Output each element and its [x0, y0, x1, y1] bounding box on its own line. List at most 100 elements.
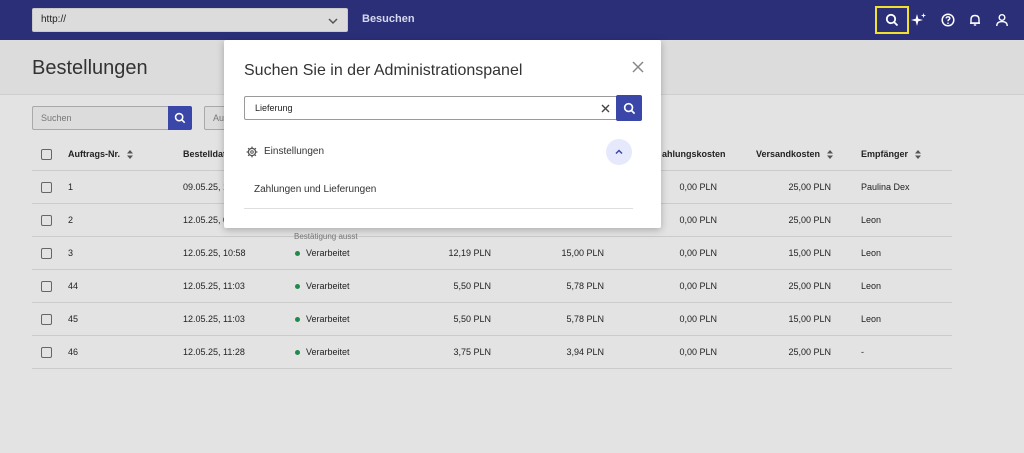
recipient: Leon	[861, 248, 882, 258]
order-date: 12.05.25, 11:28	[183, 347, 245, 357]
section-label: Einstellungen	[264, 146, 325, 157]
gross-amount: 15,00 PLN	[561, 248, 604, 258]
orders-search-button[interactable]	[168, 106, 192, 130]
chevron-down-icon	[328, 18, 338, 25]
order-date: 12.05.25, 11:03	[183, 281, 245, 291]
admin-search-value: Lieferung	[255, 103, 293, 113]
row-checkbox[interactable]	[41, 182, 52, 193]
url-select-value: http://	[41, 14, 67, 25]
visit-button[interactable]: Besuchen	[362, 13, 415, 25]
filter-select-placeholder: Au	[213, 113, 225, 123]
column-header-order-no[interactable]: Auftrags-Nr.	[68, 149, 133, 160]
payment-cost: 0,00 PLN	[679, 347, 717, 357]
table-row[interactable]: 3 12.05.25, 10:58 Verarbeitet 12,19 PLN …	[32, 237, 952, 270]
chevron-up-icon	[615, 149, 623, 155]
table-row[interactable]: 46 12.05.25, 11:28 Verarbeitet 3,75 PLN …	[32, 336, 952, 369]
status-dot	[295, 350, 300, 356]
top-bar: http:// Besuchen	[0, 0, 1024, 40]
recipient: -	[861, 347, 864, 357]
shipping-cost: 25,00 PLN	[788, 215, 831, 225]
url-select[interactable]: http://	[32, 8, 348, 32]
shipping-cost: 15,00 PLN	[788, 248, 831, 258]
recipient: Paulina Dex	[861, 182, 910, 192]
column-header-payment-cost[interactable]: ahlungskosten	[662, 149, 726, 159]
recipient: Leon	[861, 281, 882, 291]
order-number[interactable]: 3	[68, 248, 73, 258]
search-icon	[885, 13, 899, 27]
payment-cost: 0,00 PLN	[679, 314, 717, 324]
table-row[interactable]: 44 12.05.25, 11:03 Verarbeitet 5,50 PLN …	[32, 270, 952, 303]
user-account-button[interactable]	[991, 9, 1013, 31]
net-amount: 3,75 PLN	[453, 347, 491, 357]
notifications-button[interactable]	[964, 9, 986, 31]
net-amount: 5,50 PLN	[453, 281, 491, 291]
payment-cost: 0,00 PLN	[679, 248, 717, 258]
search-icon	[623, 102, 635, 114]
order-number[interactable]: 44	[68, 281, 78, 291]
column-header-label: Empfänger	[861, 149, 909, 159]
orders-search-placeholder: Suchen	[41, 113, 72, 123]
payment-cost: 0,00 PLN	[679, 281, 717, 291]
status-badge: Verarbeitet	[295, 248, 350, 258]
ai-assistant-button[interactable]	[908, 9, 930, 31]
gross-amount: 5,78 PLN	[566, 281, 604, 291]
order-date: 12.05.25, 11:03	[183, 314, 245, 324]
row-checkbox[interactable]	[41, 248, 52, 259]
page-title: Bestellungen	[32, 57, 148, 79]
status-label: Verarbeitet	[306, 248, 350, 258]
shipping-cost: 25,00 PLN	[788, 182, 831, 192]
order-number[interactable]: 46	[68, 347, 78, 357]
clear-icon[interactable]	[600, 103, 611, 114]
table-row[interactable]: 45 12.05.25, 11:03 Verarbeitet 5,50 PLN …	[32, 303, 952, 336]
row-checkbox[interactable]	[41, 314, 52, 325]
column-header-shipping-cost[interactable]: Versandkosten	[756, 149, 833, 160]
admin-search-button[interactable]	[616, 95, 642, 121]
status-badge: Verarbeitet	[295, 347, 350, 357]
result-section-settings[interactable]: Einstellungen	[244, 136, 633, 168]
status-badge: Verarbeitet	[295, 281, 350, 291]
shipping-cost: 25,00 PLN	[788, 281, 831, 291]
shipping-cost: 25,00 PLN	[788, 347, 831, 357]
status-badge: Verarbeitet	[295, 314, 350, 324]
order-number[interactable]: 45	[68, 314, 78, 324]
order-number[interactable]: 2	[68, 215, 73, 225]
gross-amount: 3,94 PLN	[566, 347, 604, 357]
row-checkbox[interactable]	[41, 347, 52, 358]
admin-search-dialog: Suchen Sie in der Administrationspanel L…	[224, 40, 661, 228]
order-date: 12.05.25, 0	[183, 215, 229, 225]
search-result-item[interactable]: Zahlungen und Lieferungen	[254, 184, 376, 195]
close-icon[interactable]	[631, 60, 645, 74]
order-number[interactable]: 1	[68, 182, 73, 192]
search-icon	[174, 112, 186, 124]
sort-icon	[914, 150, 921, 160]
row-checkbox[interactable]	[41, 215, 52, 226]
column-header-recipient[interactable]: Empfänger	[861, 149, 921, 160]
admin-search-input[interactable]: Lieferung	[244, 96, 617, 120]
row-checkbox[interactable]	[41, 281, 52, 292]
gross-amount: 5,78 PLN	[566, 314, 604, 324]
column-header-label: Auftrags-Nr.	[68, 149, 121, 159]
order-date: 09.05.25, 1	[183, 182, 229, 192]
status-label: Verarbeitet	[306, 314, 350, 324]
help-icon	[941, 13, 955, 27]
status-dot	[295, 251, 300, 257]
order-date: 12.05.25, 10:58	[183, 248, 246, 258]
status-dot	[295, 317, 300, 323]
dialog-title: Suchen Sie in der Administrationspanel	[244, 62, 523, 79]
sparkle-icon	[911, 13, 926, 26]
user-icon	[996, 14, 1008, 27]
bell-icon	[970, 14, 980, 26]
help-button[interactable]	[937, 9, 959, 31]
net-amount: 5,50 PLN	[453, 314, 491, 324]
search-icon-button[interactable]	[875, 6, 909, 34]
divider	[244, 208, 633, 209]
collapse-section-button[interactable]	[606, 139, 632, 165]
recipient: Leon	[861, 215, 882, 225]
recipient: Leon	[861, 314, 882, 324]
sort-icon	[126, 150, 133, 160]
status-label: Verarbeitet	[306, 347, 350, 357]
select-all-checkbox[interactable]	[41, 149, 52, 160]
orders-search-input[interactable]: Suchen	[32, 106, 169, 130]
sort-icon	[826, 150, 833, 160]
column-header-label: Versandkosten	[756, 149, 821, 159]
